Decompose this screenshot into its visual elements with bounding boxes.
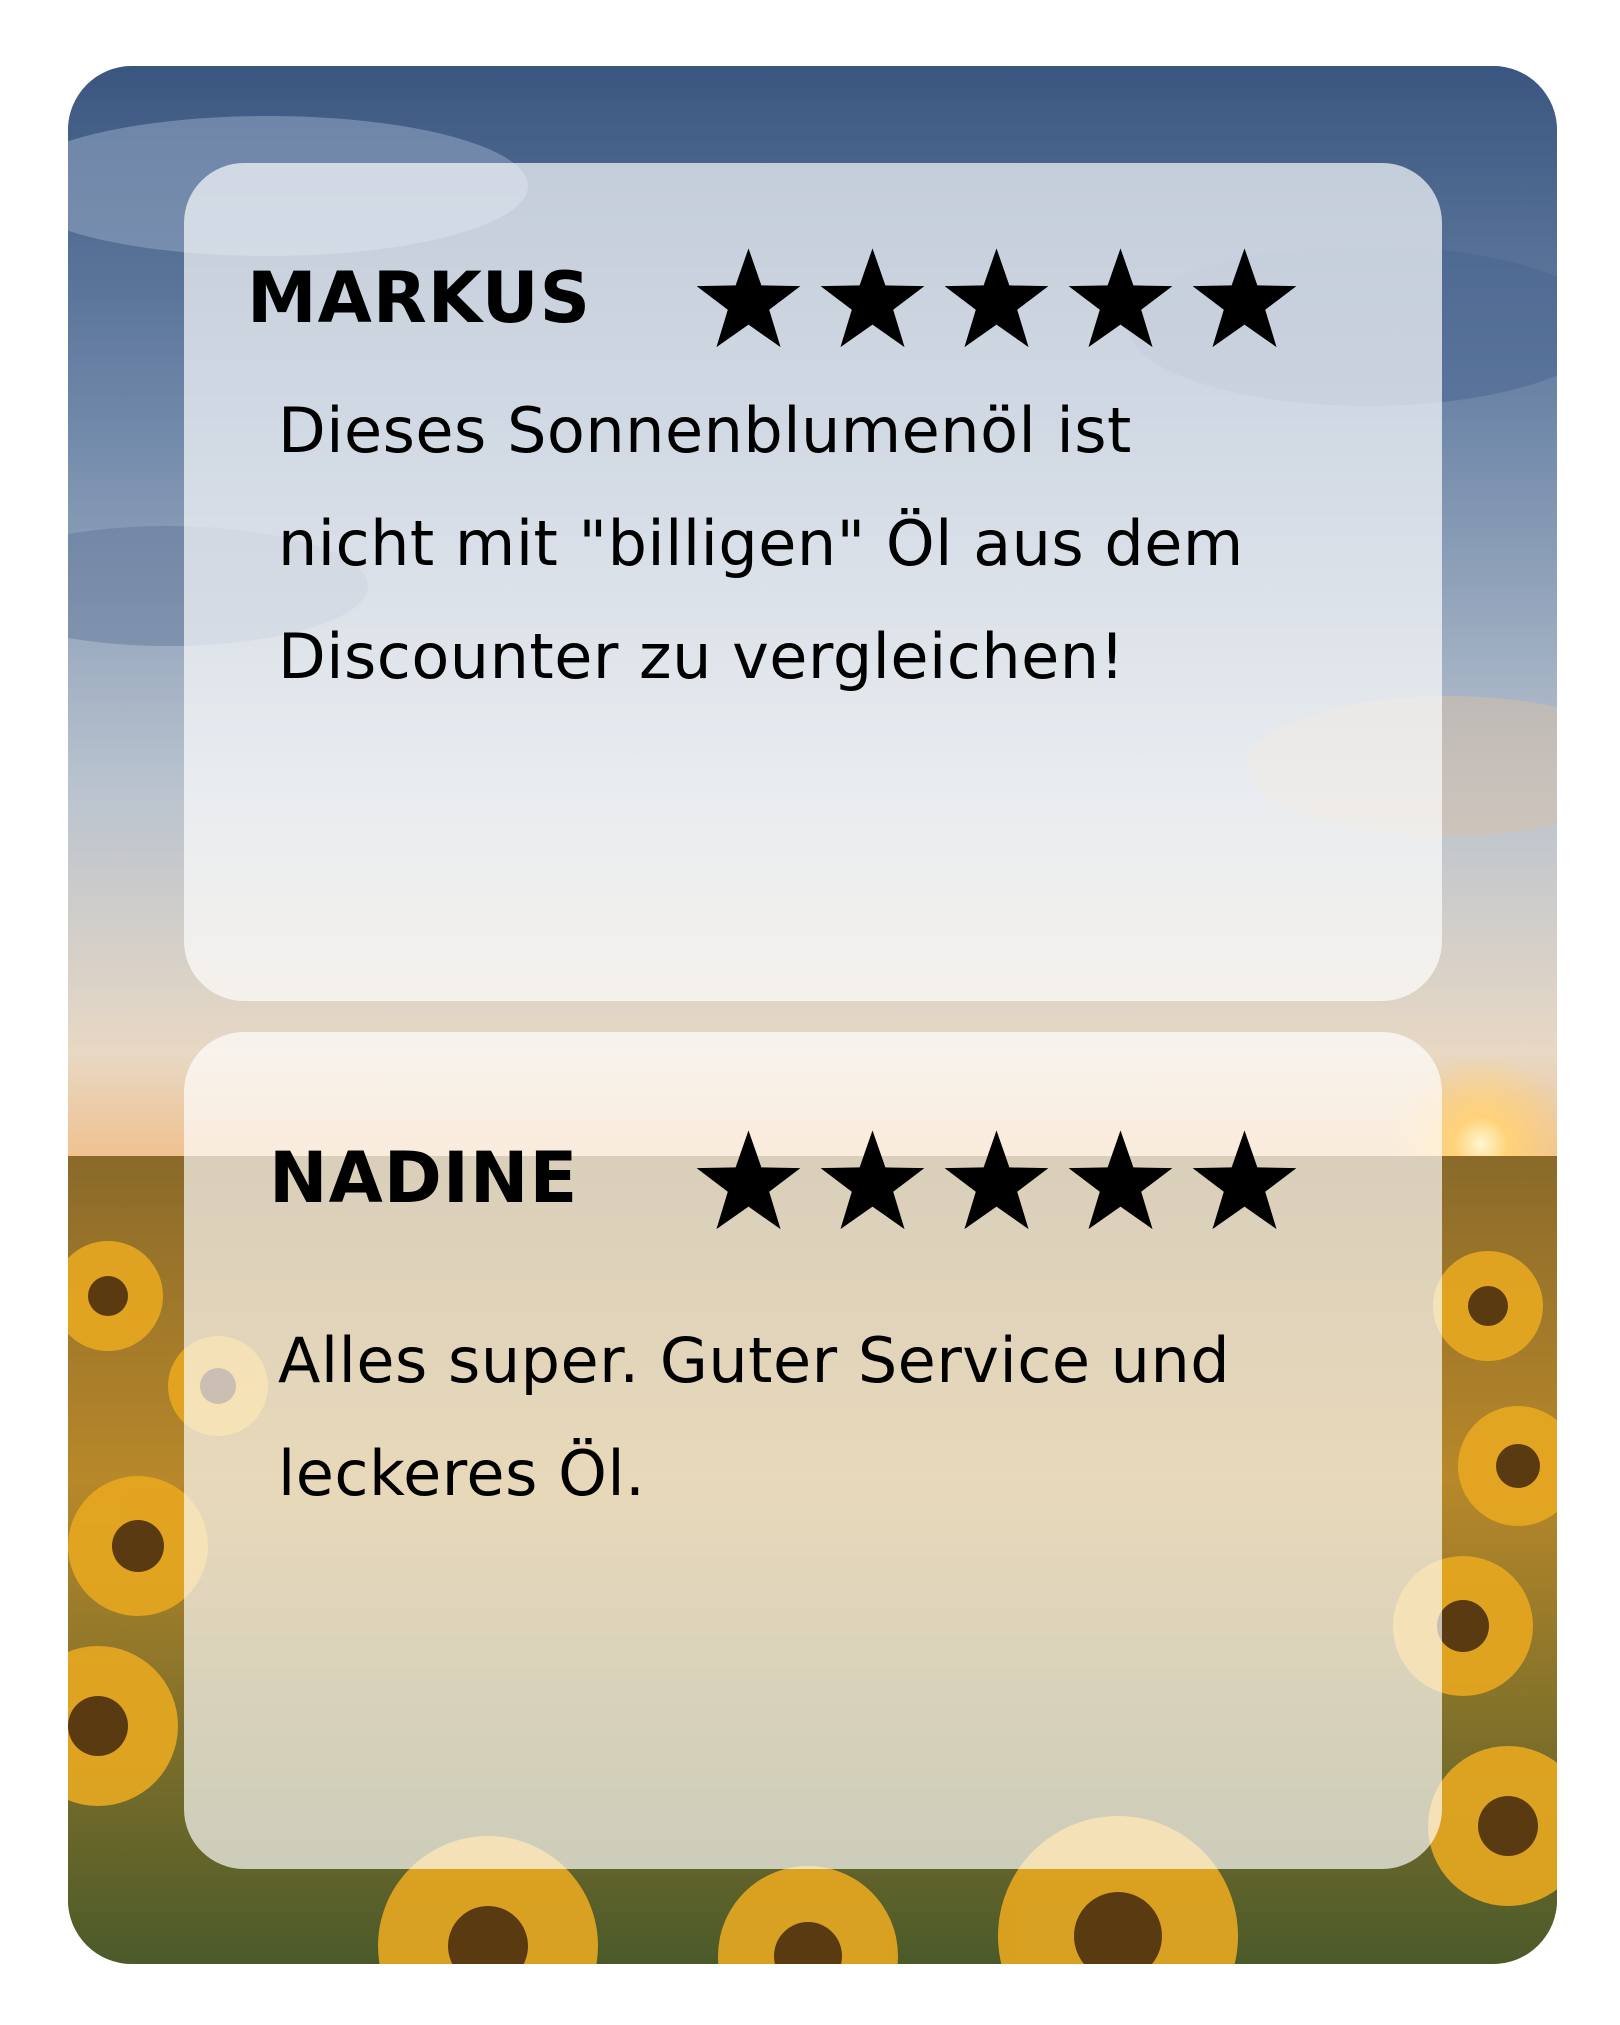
reviewer-name: MARKUS	[247, 257, 592, 339]
review-text: Alles super. Guter Service und leckeres …	[278, 1324, 1231, 1510]
star-icon	[820, 1130, 925, 1230]
star-icon	[820, 248, 925, 348]
review-card: NADINE Alles super. Guter Service und le…	[184, 1032, 1442, 1869]
star-icon	[1192, 248, 1297, 348]
star-icon	[1192, 1130, 1297, 1230]
star-icon	[944, 248, 1049, 348]
review-card: MARKUS Dieses Sonnenblumenöl ist nicht m…	[184, 163, 1442, 1001]
reviewer-name: NADINE	[269, 1137, 579, 1219]
star-icon	[1068, 1130, 1173, 1230]
review-text: Dieses Sonnenblumenöl ist nicht mit "bil…	[278, 394, 1244, 693]
star-rating	[694, 246, 1299, 351]
star-icon	[696, 248, 801, 348]
star-rating	[694, 1128, 1299, 1233]
review-panel: MARKUS Dieses Sonnenblumenöl ist nicht m…	[68, 66, 1557, 1964]
star-icon	[944, 1130, 1049, 1230]
star-icon	[696, 1130, 801, 1230]
star-icon	[1068, 248, 1173, 348]
